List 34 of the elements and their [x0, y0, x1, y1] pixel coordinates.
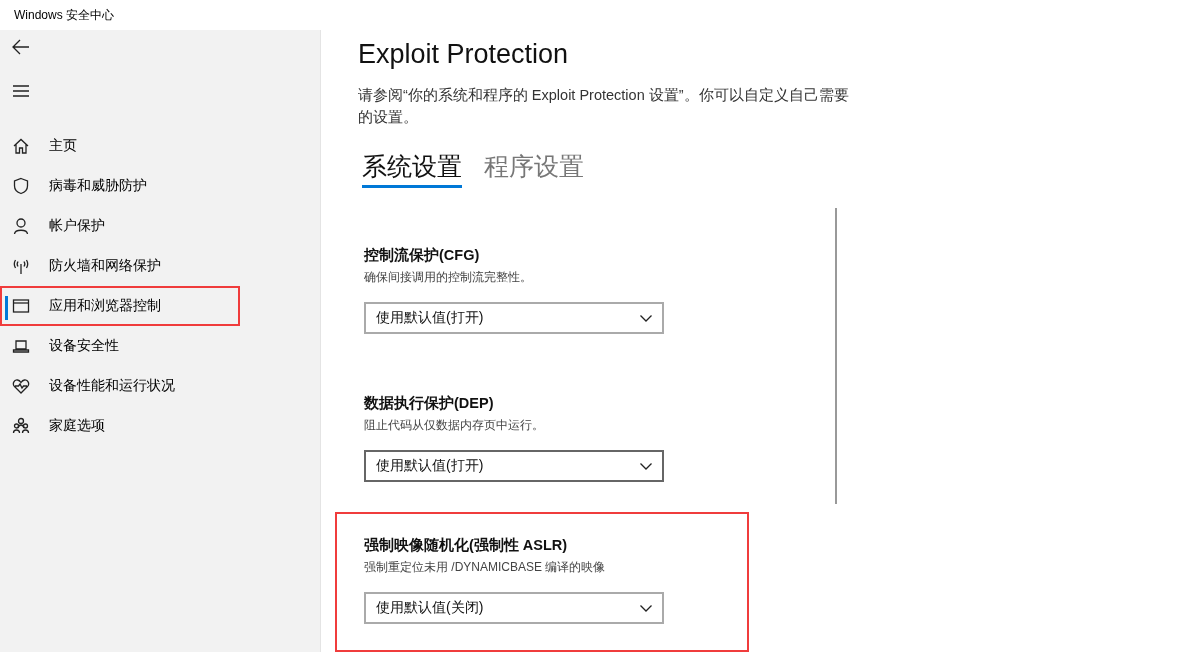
tab[interactable]: 系统设置	[362, 150, 462, 188]
sidebar-item[interactable]: 家庭选项	[0, 406, 240, 446]
setting-dropdown[interactable]: 使用默认值(打开)	[364, 450, 664, 482]
setting-title: 控制流保护(CFG)	[364, 246, 481, 265]
sidebar-item[interactable]: 病毒和威胁防护	[0, 166, 240, 206]
sidebar-item[interactable]: 帐户保护	[0, 206, 240, 246]
home-icon	[12, 137, 30, 155]
setting-description: 强制重定位未用 /DYNAMICBASE 编译的映像	[364, 559, 607, 576]
window-title: Windows 安全中心	[14, 6, 114, 24]
laptop-icon	[12, 337, 30, 355]
person-icon	[12, 217, 30, 235]
sidebar-item[interactable]: 设备性能和运行状况	[0, 366, 240, 406]
setting-title: 强制映像随机化(强制性 ASLR)	[364, 536, 569, 555]
setting-description: 确保间接调用的控制流完整性。	[364, 269, 533, 286]
chevron-down-icon	[640, 462, 652, 470]
setting-title: 数据执行保护(DEP)	[364, 394, 495, 413]
page-description: 请参阅“你的系统和程序的 Exploit Protection 设置”。你可以自定义自己需要的设置。	[358, 86, 850, 127]
tab[interactable]: 程序设置	[484, 150, 584, 188]
setting-dropdown[interactable]: 使用默认值(打开)	[364, 302, 664, 334]
sidebar-item[interactable]: 防火墙和网络保护	[0, 246, 240, 286]
setting-description: 阻止代码从仅数据内存页中运行。	[364, 417, 545, 434]
heart-icon	[12, 377, 30, 395]
window-icon	[12, 297, 30, 315]
family-icon	[12, 417, 30, 435]
antenna-icon	[12, 257, 30, 275]
setting-dropdown[interactable]: 使用默认值(关闭)	[364, 592, 664, 624]
sidebar-item[interactable]: 应用和浏览器控制	[0, 286, 240, 326]
shield-icon	[12, 177, 30, 195]
scrollbar[interactable]	[835, 208, 837, 504]
sidebar-item[interactable]: 设备安全性	[0, 326, 240, 366]
page-title: Exploit Protection	[358, 39, 570, 70]
chevron-down-icon	[640, 314, 652, 322]
chevron-down-icon	[640, 604, 652, 612]
sidebar-item[interactable]: 主页	[0, 126, 240, 166]
